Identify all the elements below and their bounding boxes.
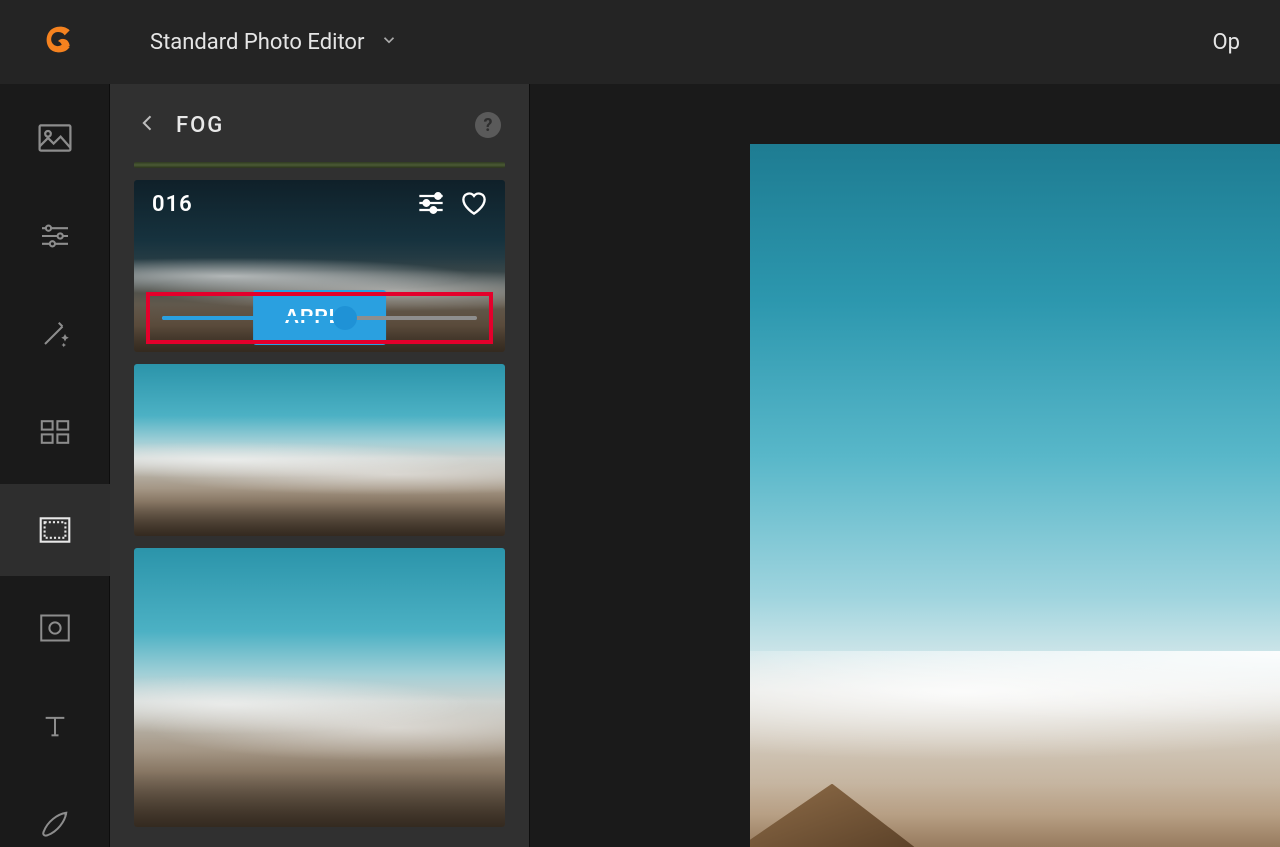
rail-wand-icon[interactable] bbox=[0, 318, 110, 350]
editor-mode-title[interactable]: Standard Photo Editor bbox=[150, 30, 364, 55]
rail-grid-icon[interactable] bbox=[0, 416, 110, 448]
back-icon[interactable] bbox=[138, 110, 158, 140]
filter-number-label: 016 bbox=[152, 192, 193, 217]
filter-card-active[interactable]: 016 APPLY bbox=[134, 180, 505, 352]
rail-adjust-icon[interactable] bbox=[0, 220, 110, 252]
filter-panel: FOG ? 016 bbox=[110, 84, 530, 847]
panel-header: FOG ? bbox=[110, 84, 529, 162]
panel-title: FOG bbox=[176, 113, 224, 138]
canvas-image bbox=[750, 144, 1280, 847]
intensity-slider-fill bbox=[162, 316, 345, 320]
rail-text-icon[interactable] bbox=[0, 710, 110, 742]
main-region: FOG ? 016 bbox=[0, 84, 1280, 847]
filter-list[interactable]: 016 APPLY bbox=[110, 162, 529, 847]
heart-icon[interactable] bbox=[459, 190, 489, 220]
app-header: Standard Photo Editor Op bbox=[0, 0, 1280, 84]
rail-image-icon[interactable] bbox=[0, 122, 110, 154]
rail-focus-icon[interactable] bbox=[0, 612, 110, 644]
filter-card[interactable] bbox=[134, 364, 505, 536]
tool-rail bbox=[0, 84, 110, 847]
help-icon[interactable]: ? bbox=[475, 112, 501, 138]
chevron-down-icon[interactable] bbox=[380, 31, 398, 53]
prev-card-sliver bbox=[134, 162, 505, 168]
filter-card[interactable] bbox=[134, 548, 505, 827]
header-right-label[interactable]: Op bbox=[1213, 30, 1241, 55]
canvas-area[interactable] bbox=[530, 84, 1280, 847]
app-logo bbox=[38, 22, 78, 62]
rail-frames-icon[interactable] bbox=[0, 484, 110, 576]
intensity-slider-thumb[interactable] bbox=[333, 306, 357, 330]
rail-brush-icon[interactable] bbox=[0, 808, 110, 840]
sliders-icon[interactable] bbox=[417, 192, 445, 218]
